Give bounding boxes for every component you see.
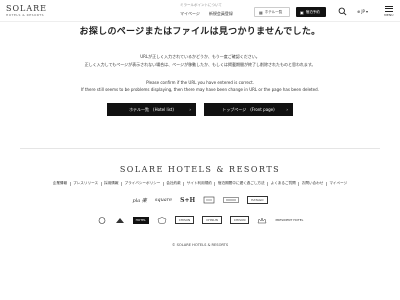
register-link[interactable]: 新規会員登録 xyxy=(209,11,233,17)
brand-text: HATAGO xyxy=(247,196,268,204)
calendar-icon: ▣ xyxy=(300,9,304,15)
front-page-button[interactable]: トップページ (Front page) › xyxy=(204,103,293,116)
hotel-list-label: ホテル一覧 xyxy=(264,9,283,14)
footer-link[interactable]: サイト利用規約 xyxy=(184,181,216,186)
brand-logo[interactable] xyxy=(97,216,107,224)
brand-logos-row2: HOTEL CHISUN CHISUN CHISUN PRESIDENT HOT… xyxy=(0,216,400,224)
footer-link[interactable]: プレスリリース xyxy=(71,181,102,186)
mypage-link[interactable]: マイページ xyxy=(180,11,200,17)
site-logo[interactable]: SOLARE HOTELS & RESORTS xyxy=(6,5,47,17)
brand-logo[interactable] xyxy=(115,217,125,224)
brand-logo[interactable]: CHISUN xyxy=(202,216,222,224)
language-selector[interactable]: ⊕ JP ▾ xyxy=(357,9,368,14)
footer-link[interactable]: 企業情報 xyxy=(50,181,71,186)
brand-crown-icon xyxy=(258,216,267,223)
logo-main-text: SOLARE xyxy=(6,4,47,13)
footer-link[interactable]: 採用情報 xyxy=(102,181,122,186)
footer-link[interactable]: 会社約款 xyxy=(164,181,185,186)
brand-logo[interactable]: HOTEL xyxy=(132,216,149,224)
hamburger-icon xyxy=(385,6,393,12)
reserve-button[interactable]: ▣ 宿泊予約 xyxy=(296,7,326,17)
jp-message-line1: URLが正しく入力されているかどうか、もう一度ご確認ください。 xyxy=(140,54,260,59)
brand-text: pla 楽 xyxy=(132,197,147,204)
brand-text: PRESIDENT HOTEL xyxy=(275,218,304,222)
hotel-list-link-button[interactable]: ホテル一覧 (Hotel list) › xyxy=(107,103,196,116)
brand-text: square xyxy=(154,197,173,203)
chevron-down-icon: ▾ xyxy=(365,9,368,14)
language-label: JP xyxy=(361,9,365,14)
brand-text: CHISUN xyxy=(174,216,195,224)
footer-link[interactable]: プライバシーポリシー xyxy=(122,181,164,186)
search-icon[interactable] xyxy=(338,7,347,16)
menu-button[interactable]: MENU xyxy=(383,6,395,17)
brand-logo[interactable]: pla 楽 xyxy=(132,197,146,204)
brand-emblem-icon xyxy=(98,216,105,224)
en-message-line1: Please confirm if the URL you have enter… xyxy=(146,80,254,85)
brand-text: CHISUN xyxy=(229,216,250,224)
site-header: SOLARE HOTELS & RESORTS ミラールポイントについて マイペ… xyxy=(0,0,400,22)
page-title: お探しのページまたはファイルは見つかりませんでした。 xyxy=(79,27,321,37)
globe-icon: ⊕ xyxy=(357,9,361,14)
brand-text: S+H xyxy=(180,196,196,204)
brand-wordmark-icon xyxy=(223,197,239,203)
brand-crest-icon xyxy=(157,216,166,224)
footer-links: 企業情報 プレスリリース 採用情報 プライバシーポリシー 会社約款 サイト利用規… xyxy=(0,181,400,186)
brand-logo[interactable] xyxy=(257,216,267,224)
brand-text: CHISUN xyxy=(202,216,222,224)
footer-link[interactable]: お問い合わせ xyxy=(299,181,327,186)
copyright: © SOLARE HOTELS & RESORTS xyxy=(171,243,229,247)
brand-logo[interactable]: square xyxy=(155,197,172,203)
en-message-line2: If there still seems to be problems disp… xyxy=(81,87,319,92)
footer-divider xyxy=(20,148,380,149)
reserve-label: 宿泊予約 xyxy=(305,9,320,14)
header-links: マイページ 新規会員登録 xyxy=(180,11,233,17)
promo-link[interactable]: ミラールポイントについて xyxy=(180,3,222,8)
menu-label: MENU xyxy=(384,13,394,18)
brand-logo[interactable]: CHISUN xyxy=(229,216,250,224)
hotel-list-button[interactable]: ▦ ホテル一覧 xyxy=(254,7,290,17)
brand-logo[interactable] xyxy=(157,216,167,224)
brand-text: HOTEL xyxy=(132,216,149,224)
logo-sub-text: HOTELS & RESORTS xyxy=(6,13,45,17)
brand-logo[interactable] xyxy=(223,197,239,203)
building-icon: ▦ xyxy=(259,9,263,15)
brand-logo[interactable] xyxy=(203,196,215,204)
jp-message-line2: 正しく入力してもページが表示されない場合は、ページが移動したか、もしくは掲載期間… xyxy=(84,62,316,67)
footer-link[interactable]: マイページ xyxy=(327,181,350,186)
brand-logo[interactable]: S+H xyxy=(180,197,195,204)
brand-logo[interactable]: PRESIDENT HOTEL xyxy=(275,218,303,222)
footer-link[interactable]: 宿泊期間中に遅く過ごし方法 xyxy=(215,181,269,186)
brand-emblem-icon xyxy=(115,217,124,223)
chevron-right-icon: › xyxy=(286,107,288,112)
brand-logo[interactable]: CHISUN xyxy=(174,216,195,224)
footer-logo[interactable]: SOLARE HOTELS & RESORTS xyxy=(0,165,400,174)
brand-logo[interactable]: HATAGO xyxy=(247,196,268,204)
brand-logos-row1: pla 楽 square S+H HATAGO xyxy=(0,196,400,204)
hotel-list-button-label: ホテル一覧 (Hotel list) xyxy=(129,106,174,112)
footer-link[interactable]: よくあるご質問 xyxy=(268,181,300,186)
chevron-right-icon: › xyxy=(189,107,191,112)
brand-emblem-icon xyxy=(203,196,215,204)
front-page-button-label: トップページ (Front page) xyxy=(222,106,275,112)
